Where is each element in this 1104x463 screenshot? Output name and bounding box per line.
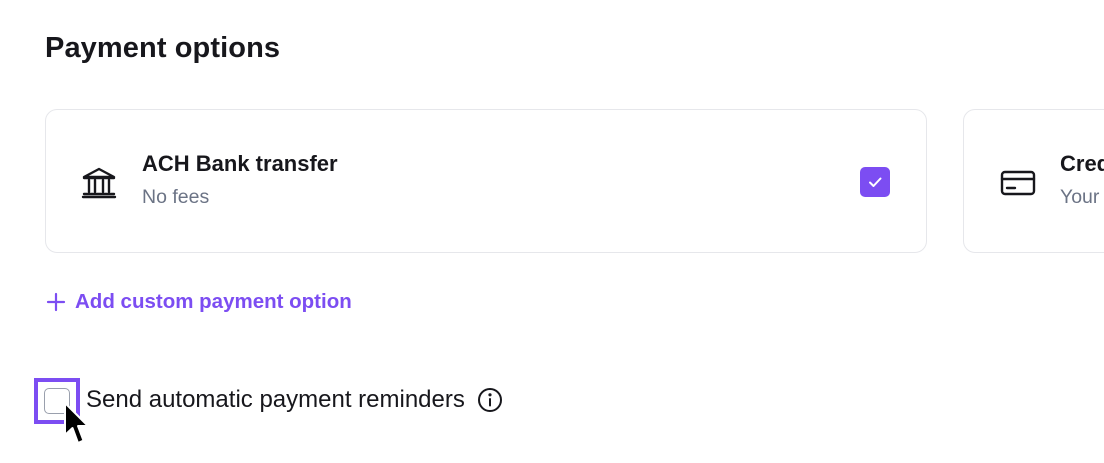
add-custom-payment-option-link[interactable]: Add custom payment option: [45, 290, 352, 314]
payment-reminders-row: Send automatic payment reminders: [34, 374, 503, 426]
bank-icon: [81, 167, 117, 199]
payment-option-card-credit[interactable]: Cred Your: [963, 109, 1104, 253]
info-icon[interactable]: [477, 387, 503, 413]
checkmark-icon: [869, 177, 882, 187]
payment-option-card-ach[interactable]: ACH Bank transfer No fees: [45, 109, 927, 253]
payment-option-name: ACH Bank transfer: [142, 151, 338, 176]
plus-icon: [46, 292, 66, 312]
mouse-pointer-icon: [64, 402, 89, 444]
credit-card-icon: [1000, 170, 1036, 196]
payment-option-checkbox[interactable]: [860, 167, 890, 197]
payment-option-name: Cred: [1060, 151, 1104, 176]
add-custom-payment-option-label: Add custom payment option: [75, 290, 352, 313]
payment-option-subtitle: No fees: [142, 186, 210, 208]
payment-options-page: Payment options ACH Bank transfer No fee…: [0, 0, 1104, 463]
section-title: Payment options: [45, 32, 281, 64]
payment-option-subtitle: Your: [1060, 186, 1100, 208]
payment-reminders-label[interactable]: Send automatic payment reminders: [86, 386, 465, 414]
